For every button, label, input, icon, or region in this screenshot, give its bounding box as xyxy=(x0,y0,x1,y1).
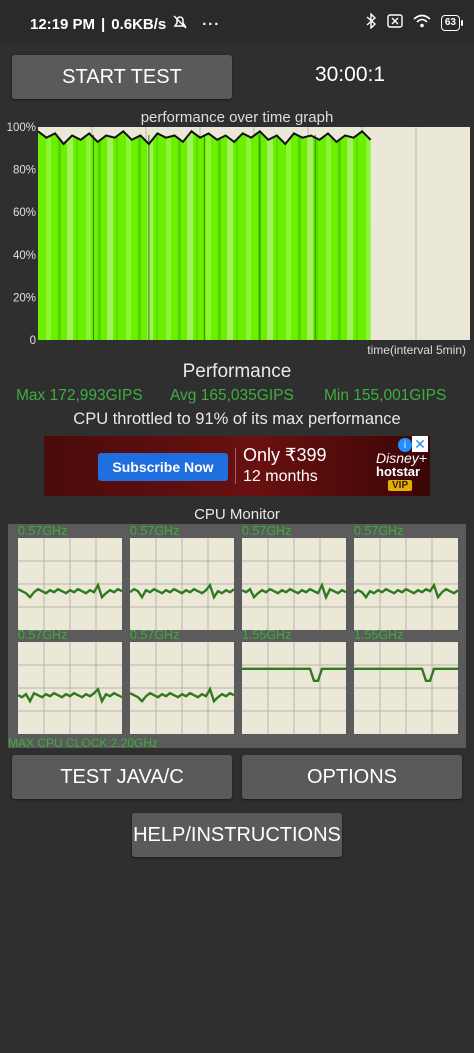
min-gips: Min 155,001GIPS xyxy=(324,387,447,404)
core-usage-line xyxy=(130,538,234,630)
core-usage-line xyxy=(242,642,346,734)
core-usage-line xyxy=(18,538,122,630)
core-usage-line xyxy=(18,642,122,734)
more-icon: ··· xyxy=(202,15,221,33)
core-usage-line xyxy=(130,642,234,734)
core-frequency: 0.57GHz xyxy=(130,628,180,642)
sim-off-icon xyxy=(387,14,403,31)
options-button[interactable]: OPTIONS xyxy=(242,755,462,799)
max-cpu-clock: MAX CPU CLOCK:2.20GHz xyxy=(8,736,159,750)
ad-divider xyxy=(235,448,236,484)
status-time: 12:19 PM xyxy=(30,15,96,33)
dnd-off-icon xyxy=(172,14,188,34)
core-graph xyxy=(354,538,458,630)
wifi-icon xyxy=(413,14,431,31)
status-speed: 0.6KB/s xyxy=(111,15,167,33)
core-frequency: 0.57GHz xyxy=(18,524,68,538)
help-instructions-button[interactable]: HELP/INSTRUCTIONS xyxy=(132,813,342,857)
core-graph xyxy=(354,642,458,734)
cpu-monitor-panel: 0.57GHz 0.57GHz 0.57GHz 0.57GHz 0.57GHz 0.57G… xyxy=(8,524,466,748)
performance-title: Performance xyxy=(182,361,292,382)
ad-close-icon[interactable]: ✕ xyxy=(412,436,428,452)
core-usage-line xyxy=(354,642,458,734)
ad-vip-badge: VIP xyxy=(388,480,413,491)
cpu-monitor-title: CPU Monitor xyxy=(194,506,280,523)
graph-y-tick: 0 xyxy=(30,335,36,347)
avg-gips: Avg 165,035GIPS xyxy=(170,387,294,404)
core-graph xyxy=(130,642,234,734)
ad-price: Only ₹399 xyxy=(243,445,327,465)
throttle-text: CPU throttled to 91% of its max performa… xyxy=(73,410,401,428)
ad-banner[interactable]: Subscribe Now Only ₹399 12 months Disney… xyxy=(44,436,430,496)
core-frequency: 0.57GHz xyxy=(354,524,404,538)
ad-brand-line2: hotstar xyxy=(376,464,421,479)
bluetooth-icon xyxy=(365,12,377,32)
graph-y-tick: 20% xyxy=(13,292,36,304)
core-graph xyxy=(242,642,346,734)
graph-y-tick: 40% xyxy=(13,250,36,262)
performance-graph-canvas: 100%80%60%40%20%0 xyxy=(7,122,470,347)
graph-y-tick: 80% xyxy=(13,165,36,177)
core-frequency: 0.57GHz xyxy=(130,524,180,538)
core-graph xyxy=(130,538,234,630)
core-frequency: 0.57GHz xyxy=(242,524,292,538)
core-graph xyxy=(18,642,122,734)
status-separator: | xyxy=(101,15,106,33)
core-frequency: 0.57GHz xyxy=(18,628,68,642)
test-java-button[interactable]: TEST JAVA/C xyxy=(12,755,232,799)
core-graph xyxy=(18,538,122,630)
graph-y-tick: 60% xyxy=(13,207,36,219)
max-gips: Max 172,993GIPS xyxy=(16,387,143,404)
status-bar: 12:19 PM | 0.6KB/s ··· 63 xyxy=(0,0,474,44)
ad-info-icon[interactable]: i xyxy=(398,438,412,452)
ad-months: 12 months xyxy=(243,468,318,485)
graph-title: performance over time graph xyxy=(140,109,334,126)
battery-icon: 63 xyxy=(440,14,464,31)
core-usage-line xyxy=(242,538,346,630)
core-frequency: 1.55GHz xyxy=(242,628,292,642)
timer-display: 30:00:1 xyxy=(314,63,386,86)
graph-x-label: time(interval 5min) xyxy=(367,343,466,357)
start-test-button[interactable]: START TEST xyxy=(12,55,232,99)
core-frequency: 1.55GHz xyxy=(354,628,404,642)
core-usage-line xyxy=(354,538,458,630)
performance-graph: 100% 80% 60% 40% 20% 0 performance over time … xyxy=(0,105,474,360)
core-graph xyxy=(242,538,346,630)
ad-subscribe-button[interactable]: Subscribe Now xyxy=(98,453,228,481)
